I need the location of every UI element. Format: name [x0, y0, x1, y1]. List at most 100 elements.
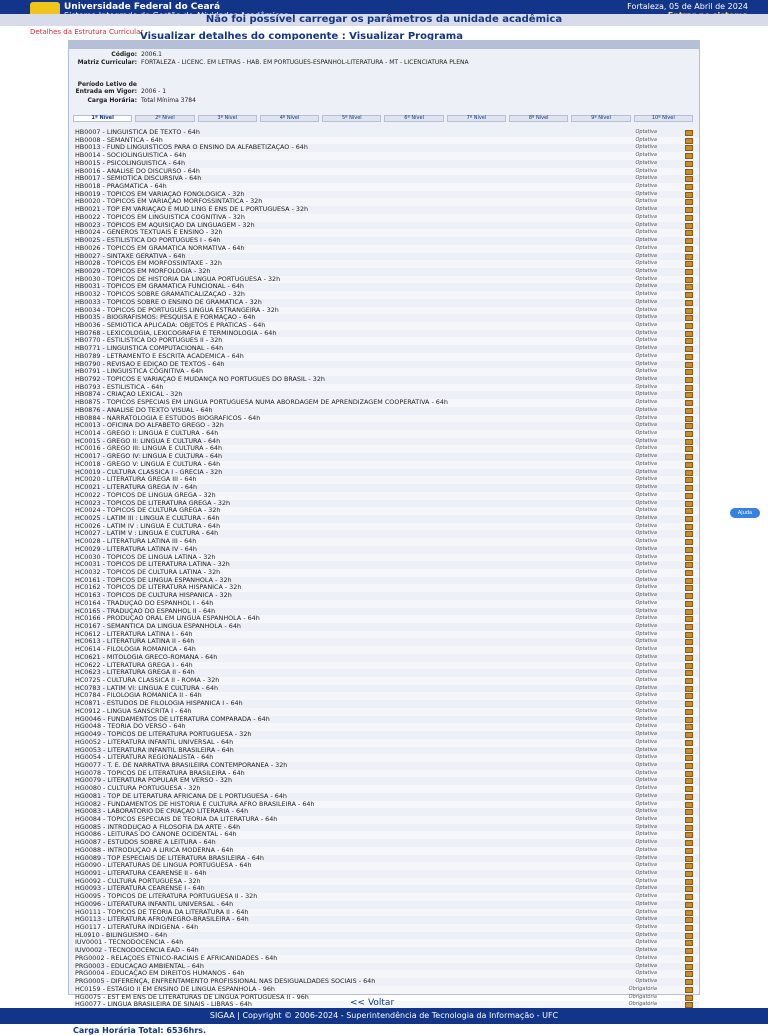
view-program-icon[interactable] [685, 377, 693, 383]
breadcrumb[interactable]: Detalhes da Estrutura Curricular [30, 28, 143, 36]
view-program-icon[interactable] [685, 145, 693, 152]
view-program-icon[interactable] [685, 268, 693, 275]
tab-level-2[interactable]: 2º Nível [135, 115, 195, 122]
view-program-icon[interactable] [685, 261, 693, 268]
view-program-icon[interactable] [685, 461, 693, 468]
view-program-icon[interactable] [685, 762, 693, 769]
view-program-icon[interactable] [685, 693, 693, 700]
view-program-icon[interactable] [685, 153, 693, 160]
view-program-icon[interactable] [685, 469, 693, 476]
view-program-icon[interactable] [685, 979, 693, 986]
view-program-icon[interactable] [685, 793, 693, 800]
view-program-icon[interactable] [685, 678, 693, 685]
view-program-icon[interactable] [685, 423, 693, 430]
view-program-icon[interactable] [685, 245, 693, 252]
view-program-icon[interactable] [685, 685, 693, 692]
view-program-icon[interactable] [685, 322, 693, 329]
view-program-icon[interactable] [685, 670, 693, 677]
view-program-icon[interactable] [685, 747, 693, 754]
view-program-icon[interactable] [685, 361, 693, 368]
help-button[interactable]: Ajuda [730, 508, 760, 518]
view-program-icon[interactable] [685, 199, 693, 206]
view-program-icon[interactable] [685, 824, 693, 831]
view-program-icon[interactable] [685, 755, 693, 762]
view-program-icon[interactable] [685, 770, 693, 777]
view-program-icon[interactable] [685, 925, 693, 932]
view-program-icon[interactable] [685, 176, 693, 183]
view-program-icon[interactable] [685, 662, 693, 669]
view-program-icon[interactable] [685, 137, 693, 144]
tab-level-10[interactable]: 10º Nível [633, 115, 693, 122]
view-program-icon[interactable] [685, 346, 693, 353]
view-program-icon[interactable] [685, 832, 693, 839]
tab-level-5[interactable]: 5º Nível [322, 115, 382, 122]
view-program-icon[interactable] [685, 407, 693, 414]
view-program-icon[interactable] [685, 253, 693, 260]
view-program-icon[interactable] [685, 191, 693, 198]
view-program-icon[interactable] [685, 384, 693, 391]
back-link[interactable]: << Voltar [350, 998, 394, 1008]
view-program-icon[interactable] [685, 531, 693, 538]
view-program-icon[interactable] [685, 554, 693, 561]
view-program-icon[interactable] [685, 562, 693, 569]
view-program-icon[interactable] [685, 446, 693, 453]
view-program-icon[interactable] [685, 307, 693, 314]
view-program-icon[interactable] [685, 994, 693, 1001]
view-program-icon[interactable] [685, 948, 693, 955]
view-program-icon[interactable] [685, 284, 693, 291]
tab-level-4[interactable]: 4º Nível [259, 115, 320, 122]
view-program-icon[interactable] [685, 508, 693, 515]
view-program-icon[interactable] [685, 184, 693, 191]
view-program-icon[interactable] [685, 415, 693, 422]
view-program-icon[interactable] [685, 477, 693, 484]
view-program-icon[interactable] [685, 330, 693, 337]
view-program-icon[interactable] [685, 901, 693, 908]
view-program-icon[interactable] [685, 647, 693, 654]
tab-level-8[interactable]: 8º Nível [509, 115, 569, 122]
view-program-icon[interactable] [685, 454, 693, 461]
tab-level-9[interactable]: 9º Nível [571, 115, 631, 122]
view-program-icon[interactable] [685, 523, 693, 530]
view-program-icon[interactable] [685, 539, 693, 546]
view-program-icon[interactable] [685, 207, 693, 214]
view-program-icon[interactable] [685, 955, 693, 962]
view-program-icon[interactable] [685, 492, 693, 499]
view-program-icon[interactable] [685, 600, 693, 607]
view-program-icon[interactable] [685, 500, 693, 507]
tab-level-7[interactable]: 7º Nível [446, 115, 507, 122]
view-program-icon[interactable] [685, 894, 693, 901]
view-program-icon[interactable] [685, 724, 693, 731]
view-program-icon[interactable] [685, 639, 693, 646]
view-program-icon[interactable] [685, 292, 693, 299]
view-program-icon[interactable] [685, 160, 693, 167]
view-program-icon[interactable] [685, 971, 693, 978]
view-program-icon[interactable] [685, 238, 693, 245]
view-program-icon[interactable] [685, 940, 693, 947]
view-program-icon[interactable] [685, 847, 693, 854]
view-program-icon[interactable] [685, 230, 693, 237]
view-program-icon[interactable] [685, 624, 693, 630]
view-program-icon[interactable] [685, 886, 693, 893]
view-program-icon[interactable] [685, 168, 693, 175]
view-program-icon[interactable] [685, 585, 693, 592]
view-program-icon[interactable] [685, 840, 693, 847]
view-program-icon[interactable] [685, 130, 693, 136]
view-program-icon[interactable] [685, 515, 693, 522]
view-program-icon[interactable] [685, 369, 693, 376]
tab-level-1[interactable]: 1º Nível [73, 115, 133, 122]
view-program-icon[interactable] [685, 616, 693, 623]
view-program-icon[interactable] [685, 778, 693, 785]
view-program-icon[interactable] [685, 392, 693, 399]
view-program-icon[interactable] [685, 654, 693, 661]
view-program-icon[interactable] [685, 569, 693, 576]
view-program-icon[interactable] [685, 816, 693, 823]
view-program-icon[interactable] [685, 353, 693, 360]
view-program-icon[interactable] [685, 222, 693, 229]
view-program-icon[interactable] [685, 214, 693, 221]
view-program-icon[interactable] [685, 400, 693, 407]
tab-level-3[interactable]: 3º Nível [197, 115, 257, 122]
view-program-icon[interactable] [685, 801, 693, 808]
view-program-icon[interactable] [685, 299, 693, 306]
view-program-icon[interactable] [685, 716, 693, 723]
view-program-icon[interactable] [685, 315, 693, 322]
